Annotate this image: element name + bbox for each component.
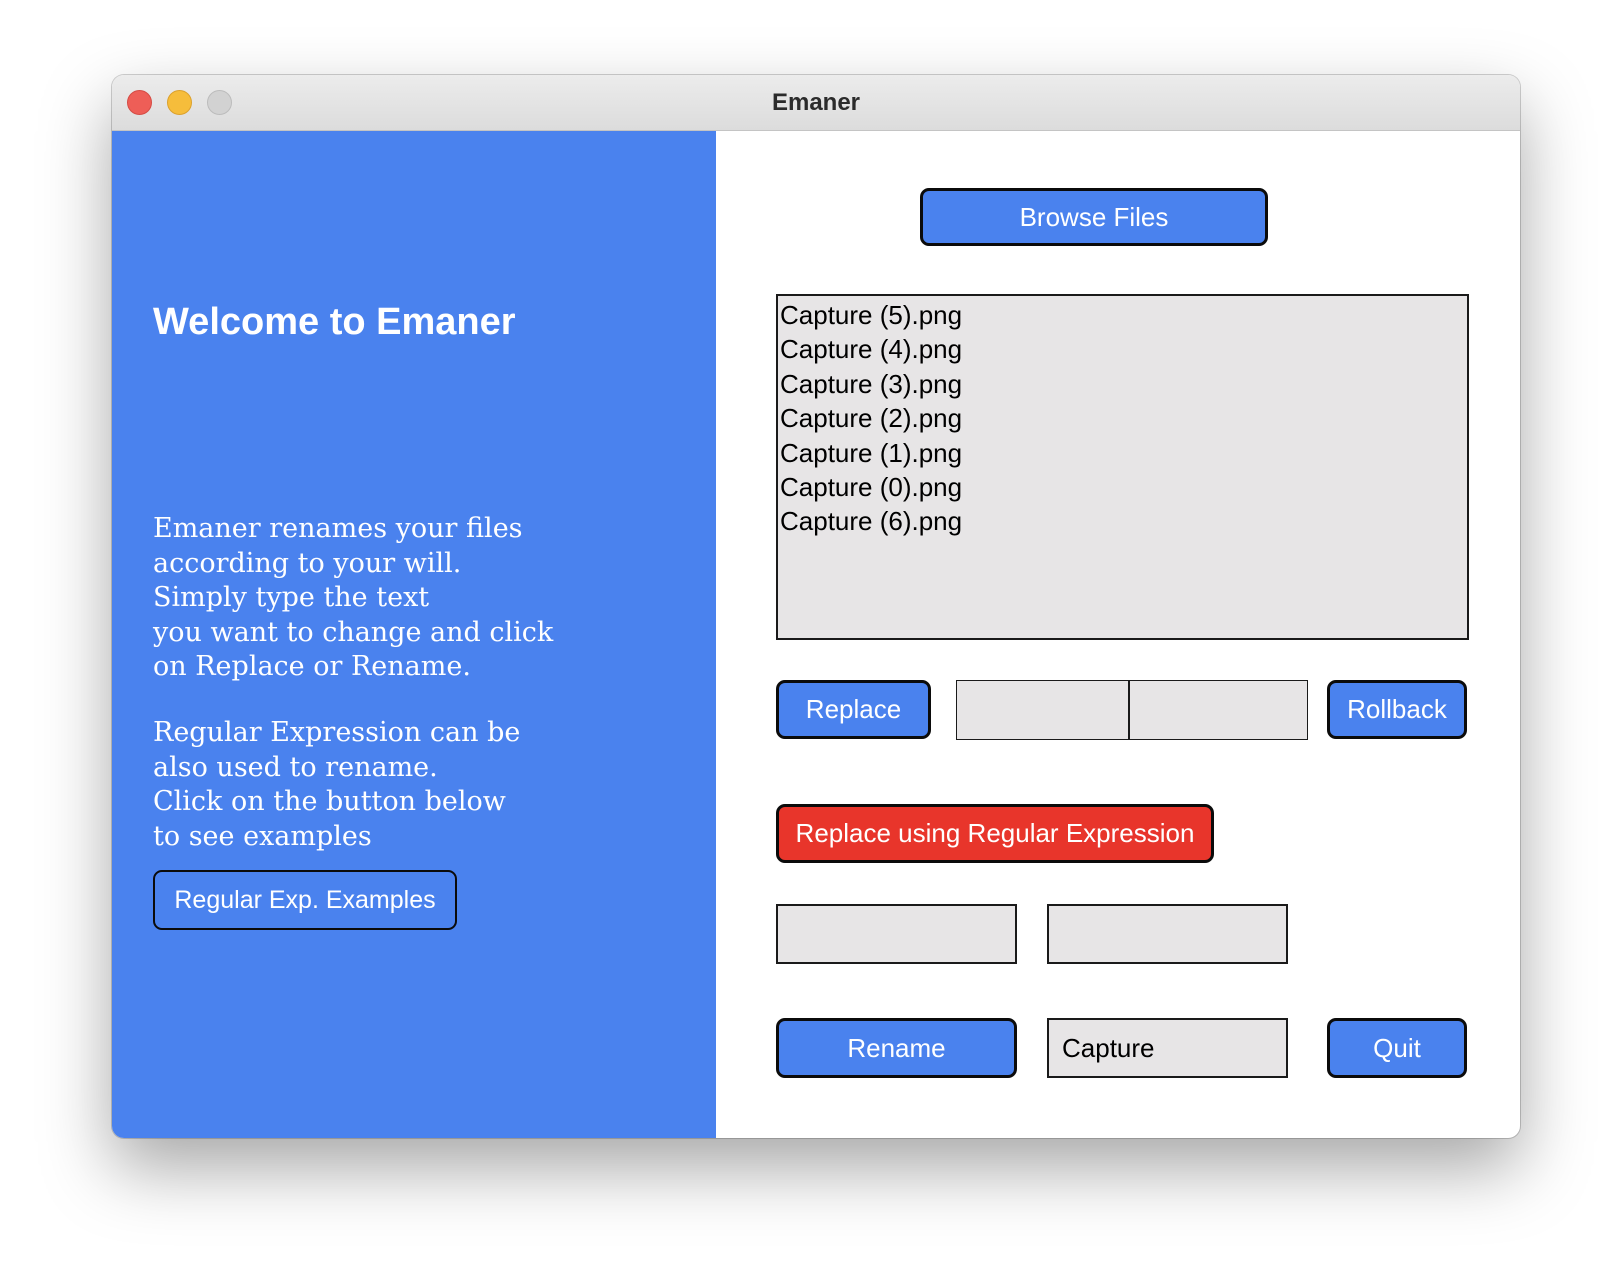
list-item[interactable]: Capture (5).png xyxy=(780,298,1467,332)
replace-button[interactable]: Replace xyxy=(776,680,931,739)
regex-replacement-input[interactable] xyxy=(1047,904,1288,964)
intro-description: Emaner renames your files according to y… xyxy=(153,513,554,682)
list-item[interactable]: Capture (0).png xyxy=(780,470,1467,504)
regex-description: Regular Expression can be also used to r… xyxy=(153,717,521,852)
regex-pattern-input[interactable] xyxy=(776,904,1017,964)
replace-find-input[interactable] xyxy=(957,681,1128,739)
replace-with-input[interactable] xyxy=(1130,681,1306,739)
quit-button[interactable]: Quit xyxy=(1327,1018,1467,1078)
title-bar[interactable]: Emaner xyxy=(112,75,1520,131)
rename-button[interactable]: Rename xyxy=(776,1018,1017,1078)
list-item[interactable]: Capture (6).png xyxy=(780,504,1467,538)
regex-replace-button[interactable]: Replace using Regular Expression xyxy=(776,804,1214,863)
file-list[interactable]: Capture (5).png Capture (4).png Capture … xyxy=(776,294,1469,640)
list-item[interactable]: Capture (1).png xyxy=(780,436,1467,470)
regex-examples-button[interactable]: Regular Exp. Examples xyxy=(153,870,457,930)
list-item[interactable]: Capture (3).png xyxy=(780,367,1467,401)
replace-fields xyxy=(956,680,1308,740)
rollback-button[interactable]: Rollback xyxy=(1327,680,1467,739)
app-window: Emaner Welcome to Emaner Emaner renames … xyxy=(112,75,1520,1138)
window-title: Emaner xyxy=(771,89,861,116)
browse-files-button[interactable]: Browse Files xyxy=(920,188,1268,246)
rename-input[interactable]: Capture xyxy=(1047,1018,1288,1078)
welcome-heading: Welcome to Emaner xyxy=(153,301,516,343)
sidebar-panel: Welcome to Emaner Emaner renames your fi… xyxy=(112,131,716,1138)
list-item[interactable]: Capture (4).png xyxy=(780,332,1467,366)
list-item[interactable]: Capture (2).png xyxy=(780,401,1467,435)
